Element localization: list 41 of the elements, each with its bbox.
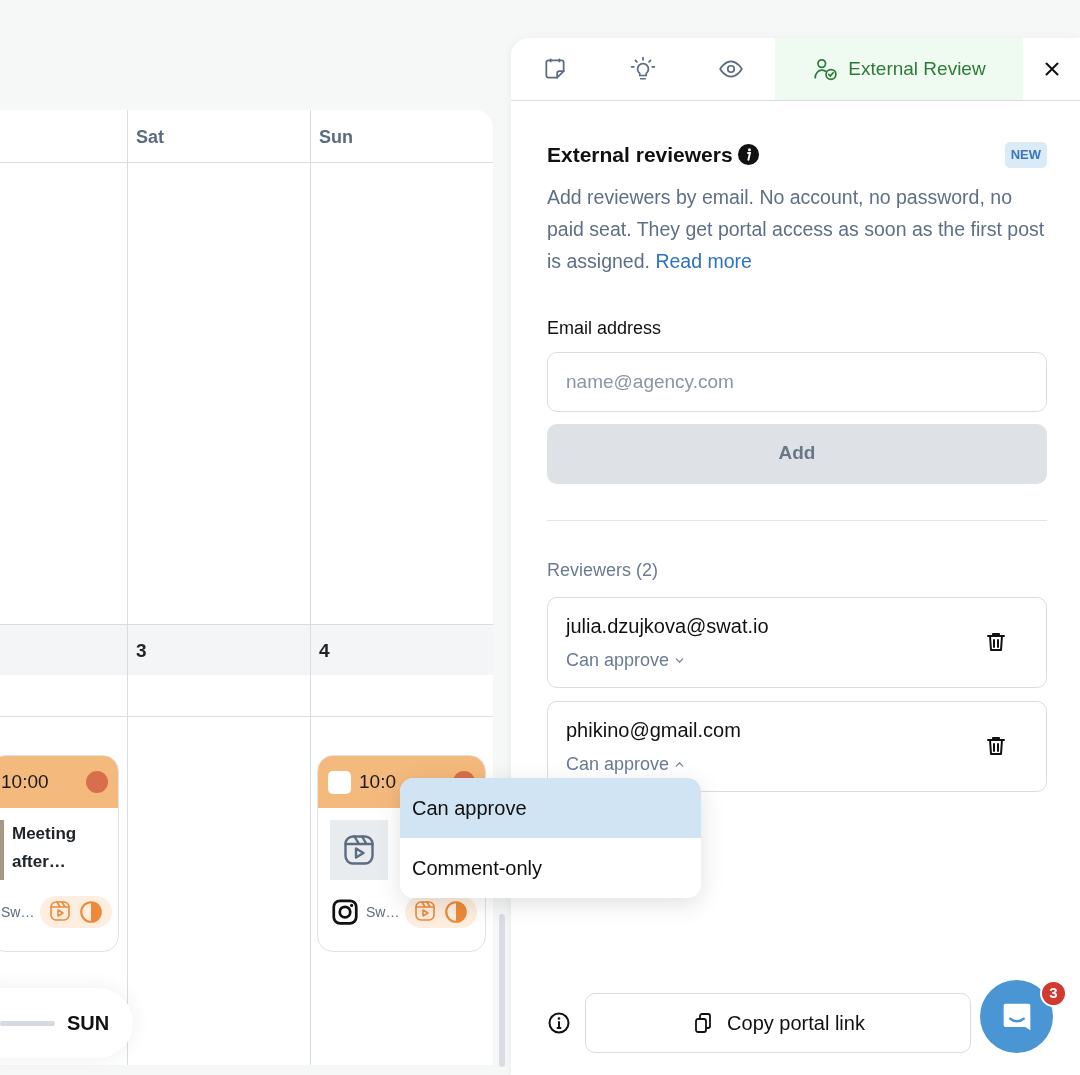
field-label: Email address — [547, 316, 663, 340]
panel-tab[interactable]: External Review — [775, 38, 1023, 100]
date-number: 3 — [136, 640, 147, 661]
permission-dropdown[interactable]: Can approve — [566, 750, 687, 778]
post-card[interactable]: 10:00 Meeting after… Sw… — [0, 755, 119, 952]
person-check-icon[interactable] — [812, 56, 839, 82]
post-title: Meeting after… — [12, 823, 78, 873]
avatar — [86, 771, 108, 793]
lightbulb-icon[interactable] — [630, 56, 656, 82]
account-name: Sw… — [366, 902, 400, 922]
day-header: Sun — [319, 127, 353, 147]
instagram-icon — [330, 897, 360, 927]
post-checkbox[interactable] — [328, 770, 351, 794]
section-title: External reviewers — [547, 142, 733, 168]
menu-option[interactable]: Comment-only — [400, 838, 701, 898]
date-number: 4 — [319, 640, 330, 661]
account-name: Sw… — [1, 902, 35, 922]
menu-option[interactable]: Can approve — [400, 778, 701, 838]
video-icon — [413, 899, 438, 923]
day-slider[interactable]: SUN — [0, 988, 133, 1058]
video-icon — [341, 832, 377, 868]
slider-label: SUN — [67, 1011, 110, 1036]
scrollbar-thumb[interactable] — [499, 914, 505, 1067]
video-icon — [48, 899, 73, 923]
reviewers-heading: Reviewers (2) — [547, 558, 660, 582]
permission-dropdown[interactable]: Can approve — [566, 646, 687, 674]
reviewer-email: julia.dzujkova@swat.io — [566, 613, 769, 639]
half-circle-icon — [78, 899, 105, 925]
post-time: 10:00 — [1, 769, 49, 794]
new-badge: NEW — [1004, 142, 1047, 168]
post-time: 10:0 — [359, 769, 396, 794]
half-circle-icon — [443, 899, 470, 925]
day-header: Sat — [136, 127, 164, 147]
reviewer-email: phikino@gmail.com — [566, 717, 741, 743]
info-icon[interactable] — [736, 143, 760, 167]
description: Add reviewers by email. No account, no password, no paid seat. They get portal access as soon as the first post is assigned. Read more — [547, 184, 1046, 274]
copy-link-button[interactable]: Copy portal link — [585, 993, 971, 1053]
email-field[interactable]: name@agency.com — [547, 351, 1047, 412]
note-icon[interactable] — [542, 56, 568, 82]
read-more-link[interactable]: Read more — [655, 249, 752, 272]
info-icon[interactable] — [547, 1011, 571, 1035]
